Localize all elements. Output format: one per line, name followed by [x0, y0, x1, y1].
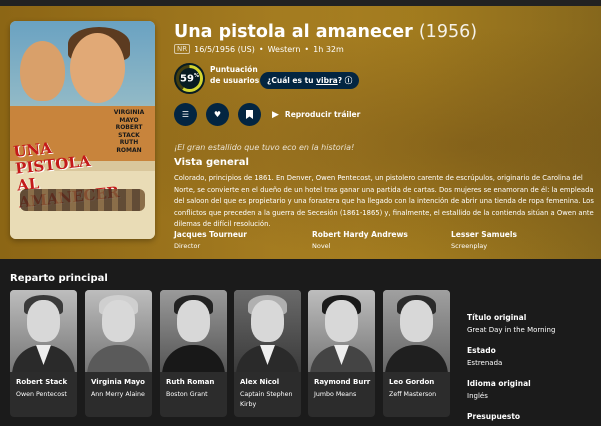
- watchlist-button[interactable]: [238, 103, 261, 126]
- overview-text: Colorado, principios de 1861. En Denver,…: [174, 174, 594, 228]
- cast-photo[interactable]: [234, 290, 301, 372]
- runtime: 1h 32m: [313, 44, 344, 54]
- crew-name[interactable]: Robert Hardy Andrews: [312, 230, 408, 239]
- movie-year: (1956): [418, 22, 478, 42]
- crew-name[interactable]: Jacques Tourneur: [174, 230, 247, 239]
- list-icon: ☰: [181, 110, 190, 119]
- fact-label: Título original: [467, 313, 527, 322]
- cast-card[interactable]: Raymond Burr Jumbo Means: [308, 290, 375, 417]
- cast-photo[interactable]: [85, 290, 152, 372]
- tagline: ¡El gran estallido que tuvo eco en la hi…: [174, 143, 355, 152]
- play-trailer-button[interactable]: ▶ Reproducir tráiler: [272, 110, 360, 120]
- crew-name[interactable]: Lesser Samuels: [451, 230, 517, 239]
- user-score-label: Puntuación de usuarios: [210, 65, 260, 85]
- cast-name[interactable]: Leo Gordon: [383, 372, 450, 386]
- crew-role: Screenplay: [451, 242, 488, 250]
- separator-dot: •: [304, 44, 310, 54]
- overview-heading: Vista general: [174, 157, 249, 168]
- fact-item: Título original Great Day in the Morning: [467, 313, 555, 334]
- cast-character: Ann Merry Alaine: [91, 391, 145, 398]
- cast-name[interactable]: Ruth Roman: [160, 372, 227, 386]
- cast-card[interactable]: Robert Stack Owen Pentecost: [10, 290, 77, 417]
- cast-heading: Reparto principal: [10, 273, 108, 284]
- crew-item: Jacques Tourneur Director: [174, 230, 247, 250]
- genre-link[interactable]: Western: [268, 45, 301, 54]
- crew-role: Director: [174, 242, 201, 250]
- fact-item: Idioma original Inglés: [467, 379, 531, 400]
- info-icon: ⓘ: [344, 76, 353, 85]
- cast-photo[interactable]: [383, 290, 450, 372]
- cast-name[interactable]: Robert Stack: [10, 372, 77, 386]
- vibe-link[interactable]: vibra: [316, 76, 338, 85]
- cast-character: Zeff Masterson: [389, 391, 437, 398]
- bookmark-icon: [246, 110, 253, 119]
- page-title: Una pistola al amanecer (1956): [174, 22, 477, 42]
- vibe-button[interactable]: ¿Cuál es tu vibra? ⓘ: [260, 72, 360, 89]
- crew-item: Lesser Samuels Screenplay: [451, 230, 517, 250]
- fact-value: Estrenada: [467, 359, 503, 367]
- user-score-value: 59%: [180, 72, 199, 85]
- cast-section: Reparto principal Robert Stack Owen Pent…: [0, 259, 601, 426]
- action-buttons: ☰ ♥ ▶ Reproducir tráiler: [174, 103, 360, 126]
- movie-header: VIRGINIA MAYO ROBERT STACK RUTH ROMAN UN…: [0, 6, 601, 259]
- cast-card[interactable]: Ruth Roman Boston Grant: [160, 290, 227, 417]
- cast-name[interactable]: Alex Nicol: [234, 372, 301, 386]
- play-icon: ▶: [272, 109, 279, 120]
- fact-item: Presupuesto: [467, 412, 520, 421]
- cast-name[interactable]: Raymond Burr: [308, 372, 375, 386]
- movie-title[interactable]: Una pistola al amanecer: [174, 22, 413, 42]
- cast-character: Owen Pentecost: [16, 391, 67, 398]
- cast-name[interactable]: Virginia Mayo: [85, 372, 152, 386]
- cast-photo[interactable]: [308, 290, 375, 372]
- fact-label: Idioma original: [467, 379, 531, 388]
- heart-icon: ♥: [213, 110, 222, 119]
- fact-label: Estado: [467, 346, 496, 355]
- cast-card[interactable]: Leo Gordon Zeff Masterson: [383, 290, 450, 417]
- cast-photo[interactable]: [160, 290, 227, 372]
- separator-dot: •: [258, 44, 264, 54]
- release-date: 16/5/1956 (US): [194, 44, 255, 54]
- crew-role: Novel: [312, 242, 331, 250]
- favorite-button[interactable]: ♥: [206, 103, 229, 126]
- cast-character: Jumbo Means: [314, 391, 357, 398]
- cast-photo[interactable]: [10, 290, 77, 372]
- movie-poster[interactable]: VIRGINIA MAYO ROBERT STACK RUTH ROMAN UN…: [10, 21, 155, 239]
- crew-item: Robert Hardy Andrews Novel: [312, 230, 408, 250]
- fact-value: Inglés: [467, 392, 488, 400]
- cast-card[interactable]: Alex Nicol Captain Stephen Kirby: [234, 290, 301, 417]
- cast-card[interactable]: Virginia Mayo Ann Merry Alaine: [85, 290, 152, 417]
- fact-value: Great Day in the Morning: [467, 326, 556, 334]
- fact-label: Presupuesto: [467, 412, 521, 421]
- cast-character: Boston Grant: [166, 391, 208, 398]
- play-trailer-label: Reproducir tráiler: [284, 110, 361, 119]
- add-to-list-button[interactable]: ☰: [174, 103, 197, 126]
- fact-item: Estado Estrenada: [467, 346, 502, 367]
- user-score-chart[interactable]: 59%: [174, 63, 205, 94]
- movie-facts-line: NR 16/5/1956 (US) • Western • 1h 32m: [174, 44, 344, 54]
- poster-cast-names: VIRGINIA MAYO ROBERT STACK RUTH ROMAN: [113, 109, 145, 154]
- certification-badge: NR: [174, 44, 191, 54]
- cast-character: Captain Stephen Kirby: [240, 391, 293, 408]
